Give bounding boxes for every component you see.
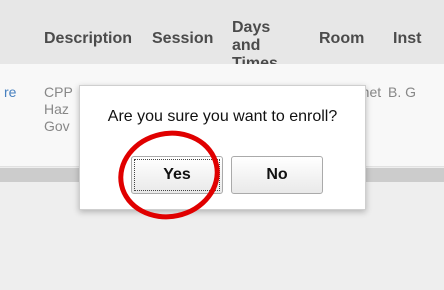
no-button[interactable]: No	[231, 156, 323, 194]
dialog-message: Are you sure you want to enroll?	[107, 108, 338, 125]
enroll-confirmation-dialog: Are you sure you want to enroll? Yes No	[79, 85, 366, 210]
yes-button[interactable]: Yes	[131, 156, 223, 194]
